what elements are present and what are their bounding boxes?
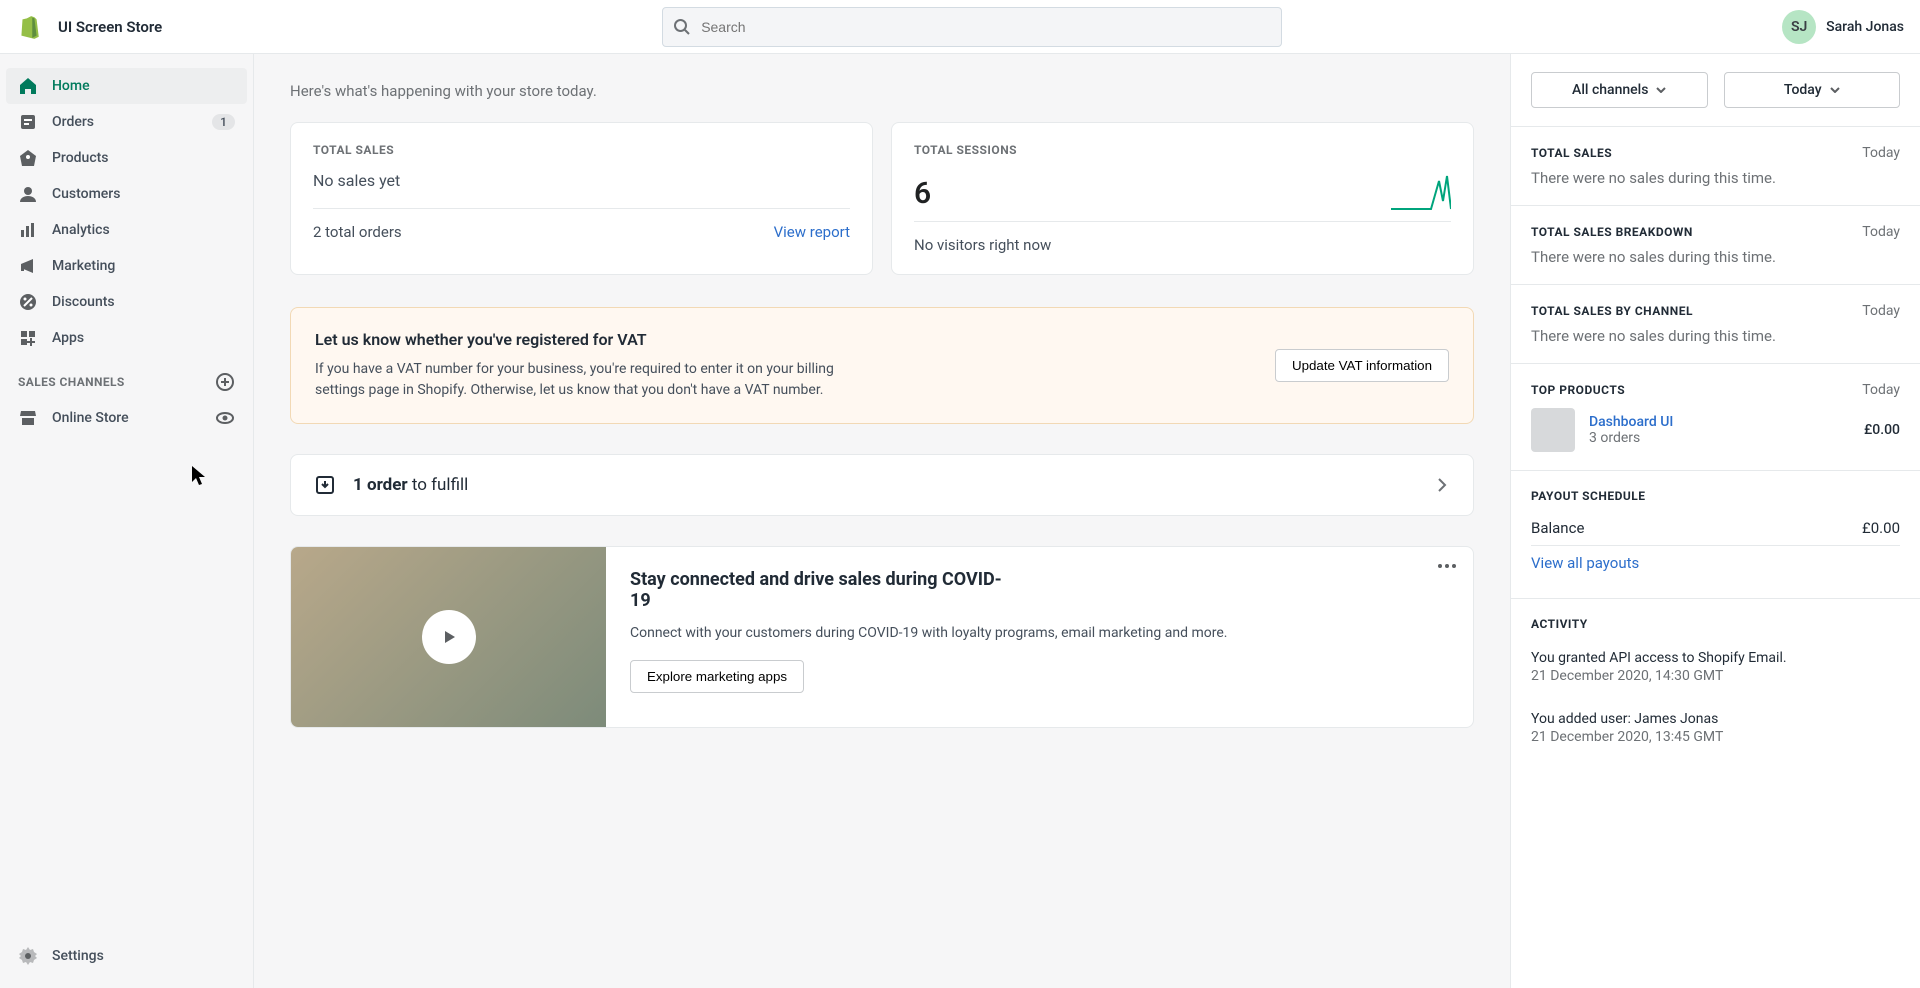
card-label: TOTAL SESSIONS: [914, 143, 1451, 157]
sidebar-item-label: Apps: [52, 330, 84, 346]
sidebar: Home Orders 1 Products Customers Analyti…: [0, 54, 254, 988]
sales-channels-heading: SALES CHANNELS: [6, 356, 247, 400]
view-store-icon[interactable]: [215, 408, 235, 428]
visitors-text: No visitors right now: [914, 236, 1051, 254]
customers-icon: [18, 184, 38, 204]
date-select[interactable]: Today: [1724, 72, 1901, 108]
view-payouts-link[interactable]: View all payouts: [1531, 554, 1639, 572]
promo-card: Stay connected and drive sales during CO…: [290, 546, 1474, 728]
total-sales-card: TOTAL SALES No sales yet 2 total orders …: [290, 122, 873, 275]
sidebar-item-settings[interactable]: Settings: [6, 938, 247, 974]
sidebar-item-label: Analytics: [52, 222, 110, 238]
balance-amount: £0.00: [1862, 519, 1900, 537]
sidebar-item-products[interactable]: Products: [6, 140, 247, 176]
sidebar-item-discounts[interactable]: Discounts: [6, 284, 247, 320]
sidebar-item-label: Discounts: [52, 294, 115, 310]
user-menu[interactable]: SJ Sarah Jonas: [1782, 10, 1904, 44]
caret-down-icon: [1830, 87, 1840, 93]
sidebar-item-orders[interactable]: Orders 1: [6, 104, 247, 140]
more-options-icon[interactable]: [1437, 563, 1457, 569]
aside-sales-channel: TOTAL SALES BY CHANNELToday There were n…: [1511, 285, 1920, 364]
aside-top-products: TOP PRODUCTSToday Dashboard UI 3 orders …: [1511, 364, 1920, 471]
sidebar-item-label: Orders: [52, 114, 94, 130]
sidebar-item-label: Settings: [52, 948, 104, 964]
aside-payout: PAYOUT SCHEDULE Balance £0.00 View all p…: [1511, 471, 1920, 599]
search-bar: [662, 7, 1282, 47]
search-input[interactable]: [662, 7, 1282, 47]
analytics-icon: [18, 220, 38, 240]
promo-title: Stay connected and drive sales during CO…: [630, 569, 1020, 611]
caret-down-icon: [1656, 87, 1666, 93]
product-orders: 3 orders: [1589, 430, 1673, 446]
aside-total-sales: TOTAL SALESToday There were no sales dur…: [1511, 127, 1920, 206]
fulfill-card[interactable]: 1 order to fulfill: [290, 454, 1474, 516]
sidebar-item-label: Customers: [52, 186, 120, 202]
product-amount: £0.00: [1864, 422, 1900, 438]
fulfill-icon: [313, 473, 337, 497]
products-icon: [18, 148, 38, 168]
product-link[interactable]: Dashboard UI: [1589, 414, 1673, 430]
play-icon: [422, 610, 476, 664]
chevron-right-icon: [1433, 476, 1451, 494]
sessions-sparkline-icon: [1391, 171, 1451, 211]
home-icon: [18, 76, 38, 96]
search-icon: [672, 17, 692, 37]
explore-marketing-button[interactable]: Explore marketing apps: [630, 660, 804, 693]
card-label: TOTAL SALES: [313, 143, 850, 157]
aside-panel: All channels Today TOTAL SALESToday Ther…: [1510, 54, 1920, 988]
sidebar-item-label: Online Store: [52, 410, 129, 426]
top-header: UI Screen Store SJ Sarah Jonas: [0, 0, 1920, 54]
store-icon: [18, 408, 38, 428]
orders-badge: 1: [212, 114, 235, 130]
card-value: No sales yet: [313, 171, 850, 190]
activity-item: You granted API access to Shopify Email.…: [1531, 639, 1900, 694]
add-channel-icon[interactable]: [215, 372, 235, 392]
channel-select[interactable]: All channels: [1531, 72, 1708, 108]
aside-sales-breakdown: TOTAL SALES BREAKDOWNToday There were no…: [1511, 206, 1920, 285]
total-orders-text: 2 total orders: [313, 223, 402, 241]
activity-item: You added user: James Jonas 21 December …: [1531, 700, 1900, 755]
update-vat-button[interactable]: Update VAT information: [1275, 349, 1449, 382]
total-sessions-card: TOTAL SESSIONS 6 No visitors right now: [891, 122, 1474, 275]
banner-body: If you have a VAT number for your busine…: [315, 359, 855, 401]
sidebar-item-home[interactable]: Home: [6, 68, 247, 104]
avatar: SJ: [1782, 10, 1816, 44]
sidebar-item-analytics[interactable]: Analytics: [6, 212, 247, 248]
banner-title: Let us know whether you've registered fo…: [315, 330, 855, 349]
sidebar-item-label: Marketing: [52, 258, 115, 274]
fulfill-text: 1 order to fulfill: [353, 475, 468, 495]
aside-activity: ACTIVITY You granted API access to Shopi…: [1511, 599, 1920, 773]
store-name: UI Screen Store: [58, 18, 162, 36]
sessions-value: 6: [914, 176, 931, 211]
page-subtitle: Here's what's happening with your store …: [290, 82, 1474, 100]
promo-text: Connect with your customers during COVID…: [630, 623, 1449, 644]
promo-video-thumbnail[interactable]: [291, 547, 606, 727]
orders-icon: [18, 112, 38, 132]
product-thumbnail: [1531, 408, 1575, 452]
user-name: Sarah Jonas: [1826, 19, 1904, 35]
sidebar-item-apps[interactable]: Apps: [6, 320, 247, 356]
balance-label: Balance: [1531, 519, 1584, 537]
vat-banner: Let us know whether you've registered fo…: [290, 307, 1474, 424]
shopify-logo-icon: [16, 14, 42, 40]
main-content: Here's what's happening with your store …: [254, 54, 1510, 988]
sidebar-item-label: Home: [52, 78, 90, 94]
sidebar-item-customers[interactable]: Customers: [6, 176, 247, 212]
sidebar-item-online-store[interactable]: Online Store: [6, 400, 247, 436]
discounts-icon: [18, 292, 38, 312]
marketing-icon: [18, 256, 38, 276]
sidebar-item-label: Products: [52, 150, 109, 166]
apps-icon: [18, 328, 38, 348]
sidebar-item-marketing[interactable]: Marketing: [6, 248, 247, 284]
view-report-link[interactable]: View report: [774, 223, 850, 241]
gear-icon: [18, 946, 38, 966]
